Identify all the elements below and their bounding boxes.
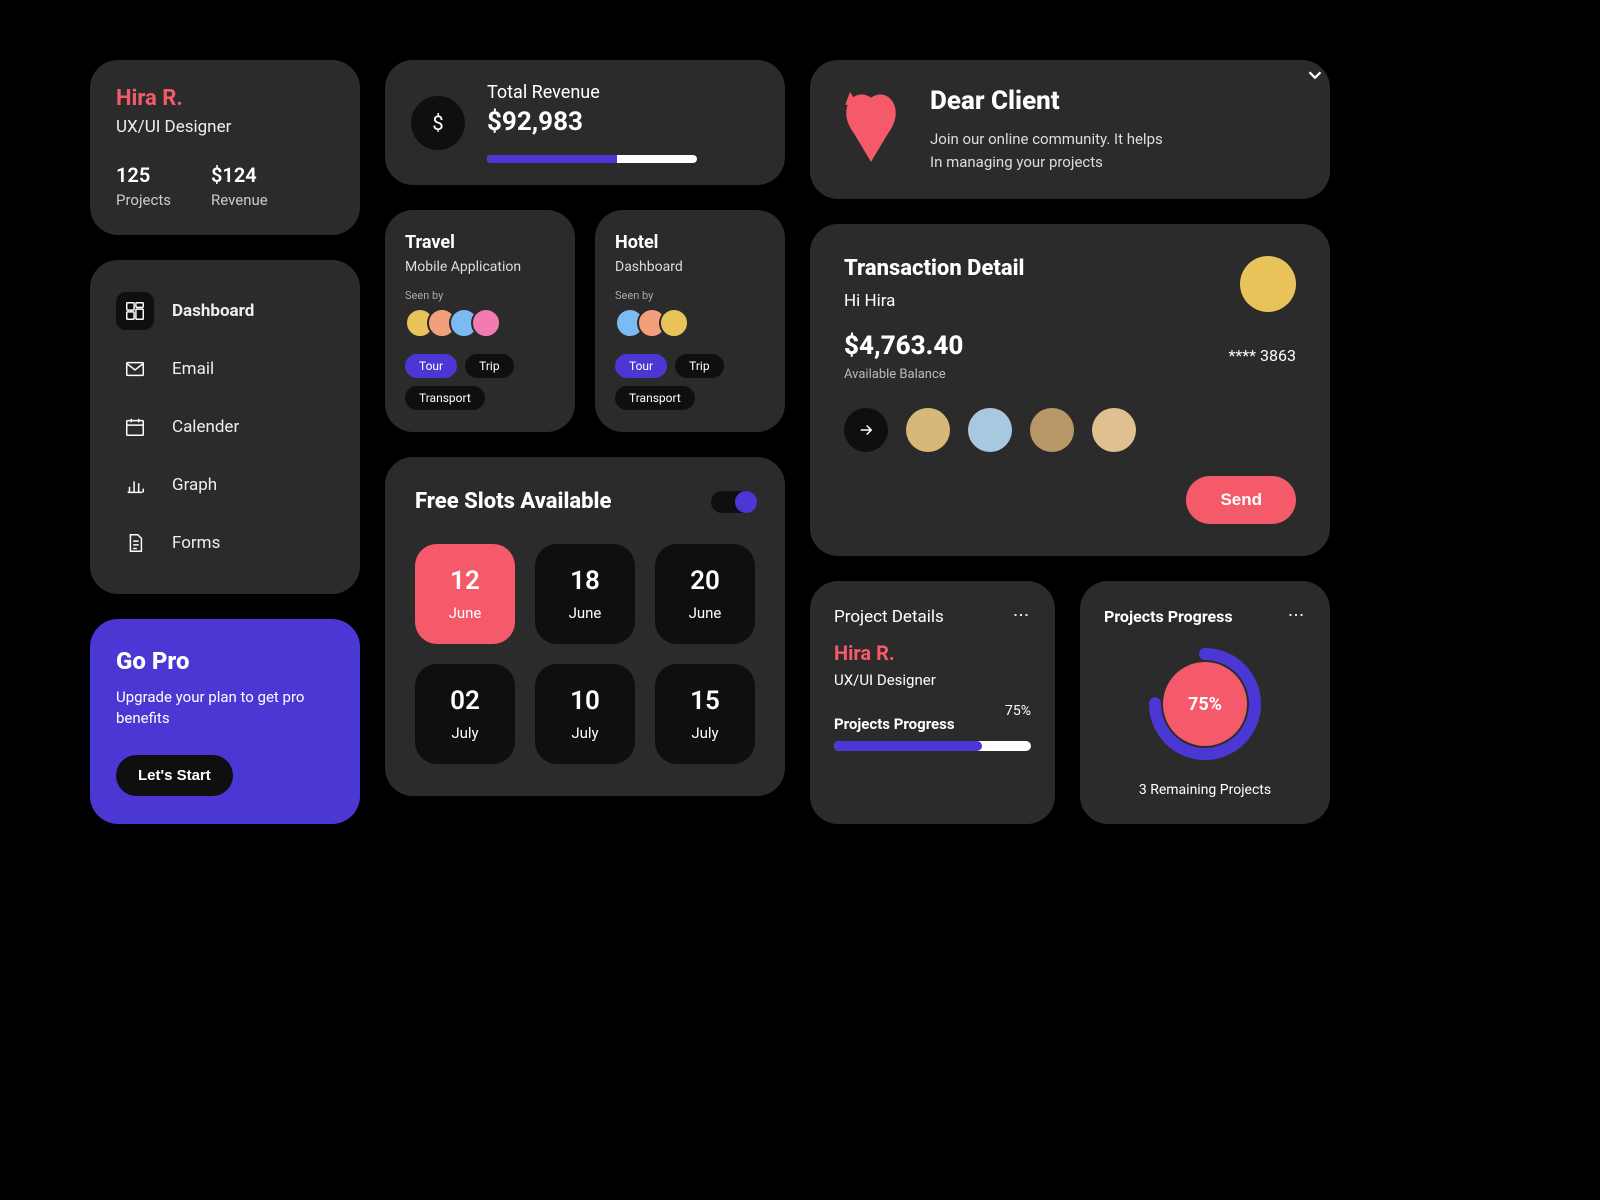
notice-title: Dear Client [930,86,1304,116]
stat-revenue: $124 Revenue [211,163,268,209]
contact-avatar[interactable] [1030,408,1074,452]
seen-avatars [405,308,555,338]
slot-item[interactable]: 20June [655,544,755,644]
slots-title: Free Slots Available [415,489,611,514]
nav-item-dashboard[interactable]: Dashboard [108,282,342,340]
nav-item-calendar[interactable]: Calender [108,398,342,456]
transaction-greeting: Hi Hira [844,291,1296,311]
avatar [659,308,689,338]
tag-trip[interactable]: Trip [675,354,723,378]
graph-icon [124,474,146,496]
slot-item[interactable]: 15July [655,664,755,764]
progress-ring: 75% [1145,644,1265,764]
tag-tour[interactable]: Tour [405,354,457,378]
transaction-amount-label: Available Balance [844,367,1296,382]
slot-item[interactable]: 18June [535,544,635,644]
contact-avatar[interactable] [1092,408,1136,452]
tag-transport[interactable]: Transport [615,386,695,410]
profile-name: Hira R. [116,86,334,111]
gopro-cta-button[interactable]: Let's Start [116,755,233,796]
tag-transport[interactable]: Transport [405,386,485,410]
revenue-card: $ Total Revenue $92,983 [385,60,785,185]
mini-card-hotel[interactable]: Hotel Dashboard Seen by Tour Trip Transp… [595,210,785,432]
seen-avatars [615,308,765,338]
forms-icon [124,532,146,554]
slot-item[interactable]: 02July [415,664,515,764]
slots-card: Free Slots Available 12June 18June 20Jun… [385,457,785,796]
slot-item[interactable]: 10July [535,664,635,764]
mini-card-travel[interactable]: Travel Mobile Application Seen by Tour T… [385,210,575,432]
nav-item-forms[interactable]: Forms [108,514,342,572]
nav-card: Dashboard Email Calender Graph Forms [90,260,360,594]
profile-role: UX/UI Designer [116,117,334,137]
mail-icon [124,358,146,380]
arrow-right-icon [857,421,875,439]
dashboard-icon [124,300,146,322]
stat-projects: 125 Projects [116,163,171,209]
notice-card[interactable]: Dear Client Join our online community. I… [810,60,1330,199]
transaction-title: Transaction Detail [844,256,1296,281]
tag-tour[interactable]: Tour [615,354,667,378]
revenue-label: Total Revenue [487,82,697,103]
slot-item[interactable]: 12June [415,544,515,644]
avatar [471,308,501,338]
transaction-card: Transaction Detail Hi Hira $4,763.40 Ava… [810,224,1330,556]
project-details-card: ⋮ Project Details Hira R. UX/UI Designer… [810,581,1055,824]
project-progress-card: ⋮ Projects Progress 75% 3 Remaining Proj… [1080,581,1330,824]
revenue-value: $92,983 [487,107,697,137]
next-arrow-button[interactable] [844,408,888,452]
heart-icon [836,86,906,168]
profile-card: Hira R. UX/UI Designer 125 Projects $124… [90,60,360,235]
gopro-title: Go Pro [116,647,334,675]
send-button[interactable]: Send [1186,476,1296,524]
tag-trip[interactable]: Trip [465,354,513,378]
chevron-down-icon[interactable] [1304,64,1326,86]
nav-item-graph[interactable]: Graph [108,456,342,514]
contact-avatar[interactable] [968,408,1012,452]
user-avatar[interactable] [1240,256,1296,312]
more-icon[interactable]: ⋮ [1287,607,1306,625]
contact-avatar[interactable] [906,408,950,452]
dollar-icon: $ [411,96,465,150]
nav-item-email[interactable]: Email [108,340,342,398]
calendar-icon [124,416,146,438]
gopro-card: Go Pro Upgrade your plan to get pro bene… [90,619,360,824]
slots-toggle[interactable] [711,491,755,513]
progress-bar [834,741,1031,751]
revenue-progress [487,155,697,163]
more-icon[interactable]: ⋮ [1012,607,1031,625]
card-mask: **** 3863 [1229,346,1297,365]
gopro-subtitle: Upgrade your plan to get pro benefits [116,687,334,729]
